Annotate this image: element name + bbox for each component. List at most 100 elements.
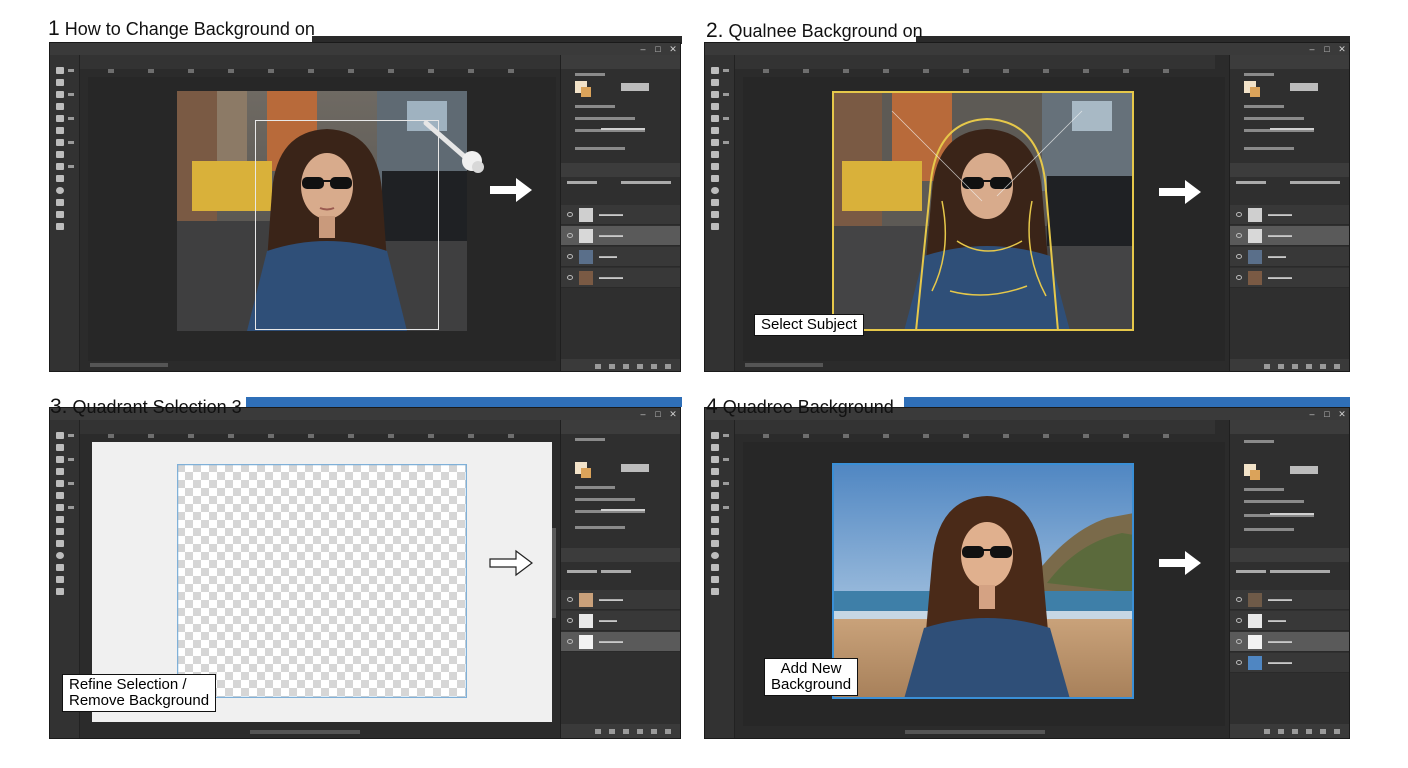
pen-tool-icon[interactable] [56,199,64,206]
stamp-tool-icon[interactable] [56,151,64,158]
eye-icon[interactable] [567,597,573,602]
opacity-slider[interactable] [1270,513,1314,515]
move-tool-icon[interactable] [711,67,719,74]
marquee-tool-icon[interactable] [56,79,64,86]
marquee-tool-icon[interactable] [711,444,719,451]
minimize-icon[interactable]: – [1305,408,1319,420]
layer-row[interactable]: ▬▬▬▬ [561,205,680,225]
eraser-tool-icon[interactable] [711,528,719,535]
eye-icon[interactable] [567,212,573,217]
crop-tool-icon[interactable] [56,480,64,487]
gradient-tool-icon[interactable] [711,175,719,182]
stamp-tool-icon[interactable] [711,151,719,158]
layer-row-active[interactable]: ▬▬▬▬ [561,632,680,652]
wand-tool-icon[interactable] [56,468,64,475]
eye-icon[interactable] [567,639,573,644]
maximize-icon[interactable]: □ [651,43,665,55]
pen-tool-icon[interactable] [711,199,719,206]
dodge-tool-icon[interactable] [56,187,64,194]
layer-row[interactable]: ▬▬▬▬ [1230,653,1349,673]
type-tool-icon[interactable] [56,211,64,218]
shape-tool-icon[interactable] [711,588,719,595]
move-tool-icon[interactable] [56,67,64,74]
maximize-icon[interactable]: □ [1320,408,1334,420]
eye-icon[interactable] [567,233,573,238]
eraser-tool-icon[interactable] [56,528,64,535]
eraser-tool-icon[interactable] [56,163,64,170]
horizontal-scrollbar[interactable] [745,363,823,367]
type-tool-icon[interactable] [711,211,719,218]
eye-icon[interactable] [1236,212,1242,217]
opacity-slider[interactable] [601,128,645,130]
move-tool-icon[interactable] [711,432,719,439]
eye-icon[interactable] [567,254,573,259]
layer-row[interactable]: ▬▬▬ [561,611,680,631]
background-swatch[interactable] [1250,470,1260,480]
maximize-icon[interactable]: □ [1320,43,1334,55]
vertical-scrollbar[interactable] [552,528,556,618]
composite-photo[interactable] [832,463,1134,699]
pen-tool-icon[interactable] [56,564,64,571]
stamp-tool-icon[interactable] [56,516,64,523]
gradient-tool-icon[interactable] [56,175,64,182]
shape-tool-icon[interactable] [56,223,64,230]
move-tool-icon[interactable] [56,432,64,439]
opacity-slider[interactable] [601,509,645,511]
type-tool-icon[interactable] [56,576,64,583]
layer-row[interactable]: ▬▬▬▬ [1230,268,1349,288]
horizontal-scrollbar[interactable] [90,363,168,367]
gradient-tool-icon[interactable] [56,540,64,547]
minimize-icon[interactable]: – [636,43,650,55]
eraser-tool-icon[interactable] [711,163,719,170]
background-swatch[interactable] [581,87,591,97]
horizontal-scrollbar[interactable] [905,730,1045,734]
background-swatch[interactable] [581,468,591,478]
horizontal-scrollbar[interactable] [250,730,360,734]
marquee-tool-icon[interactable] [711,79,719,86]
wand-tool-icon[interactable] [711,103,719,110]
properties-field[interactable] [1290,466,1318,474]
eye-icon[interactable] [567,618,573,623]
layer-row-active[interactable]: ▬▬▬▬ [1230,632,1349,652]
wand-tool-icon[interactable] [711,468,719,475]
layer-row[interactable]: ▬▬▬ [1230,247,1349,267]
eyedropper-tool-icon[interactable] [711,127,719,134]
minimize-icon[interactable]: – [636,408,650,420]
layer-row-active[interactable]: ▬▬▬▬ [561,226,680,246]
transparent-canvas[interactable] [177,464,467,698]
eye-icon[interactable] [1236,597,1242,602]
dodge-tool-icon[interactable] [711,187,719,194]
crop-tool-icon[interactable] [56,115,64,122]
layer-row[interactable]: ▬▬▬▬ [1230,590,1349,610]
layer-row-active[interactable]: ▬▬▬▬ [1230,226,1349,246]
close-icon[interactable]: ✕ [1335,408,1349,420]
close-icon[interactable]: ✕ [1335,43,1349,55]
close-icon[interactable]: ✕ [666,43,680,55]
eyedropper-tool-icon[interactable] [56,492,64,499]
layer-row[interactable]: ▬▬▬▬ [561,268,680,288]
lasso-tool-icon[interactable] [56,91,64,98]
properties-field[interactable] [1290,83,1318,91]
background-swatch[interactable] [1250,87,1260,97]
eye-icon[interactable] [567,275,573,280]
lasso-tool-icon[interactable] [711,91,719,98]
layer-row[interactable]: ▬▬▬ [1230,611,1349,631]
layer-row[interactable]: ▬▬▬▬ [561,590,680,610]
crop-tool-icon[interactable] [711,115,719,122]
subject-photo-selected[interactable] [832,91,1134,331]
brush-tool-icon[interactable] [711,139,719,146]
crop-tool-icon[interactable] [711,480,719,487]
close-icon[interactable]: ✕ [666,408,680,420]
opacity-slider[interactable] [1270,128,1314,130]
eye-icon[interactable] [1236,275,1242,280]
eye-icon[interactable] [1236,639,1242,644]
minimize-icon[interactable]: – [1305,43,1319,55]
lasso-tool-icon[interactable] [711,456,719,463]
layer-row[interactable]: ▬▬▬ [561,247,680,267]
eye-icon[interactable] [1236,254,1242,259]
eyedropper-tool-icon[interactable] [56,127,64,134]
transform-bounding-box[interactable] [255,120,439,330]
layer-row[interactable]: ▬▬▬▬ [1230,205,1349,225]
lasso-tool-icon[interactable] [56,456,64,463]
eye-icon[interactable] [1236,618,1242,623]
